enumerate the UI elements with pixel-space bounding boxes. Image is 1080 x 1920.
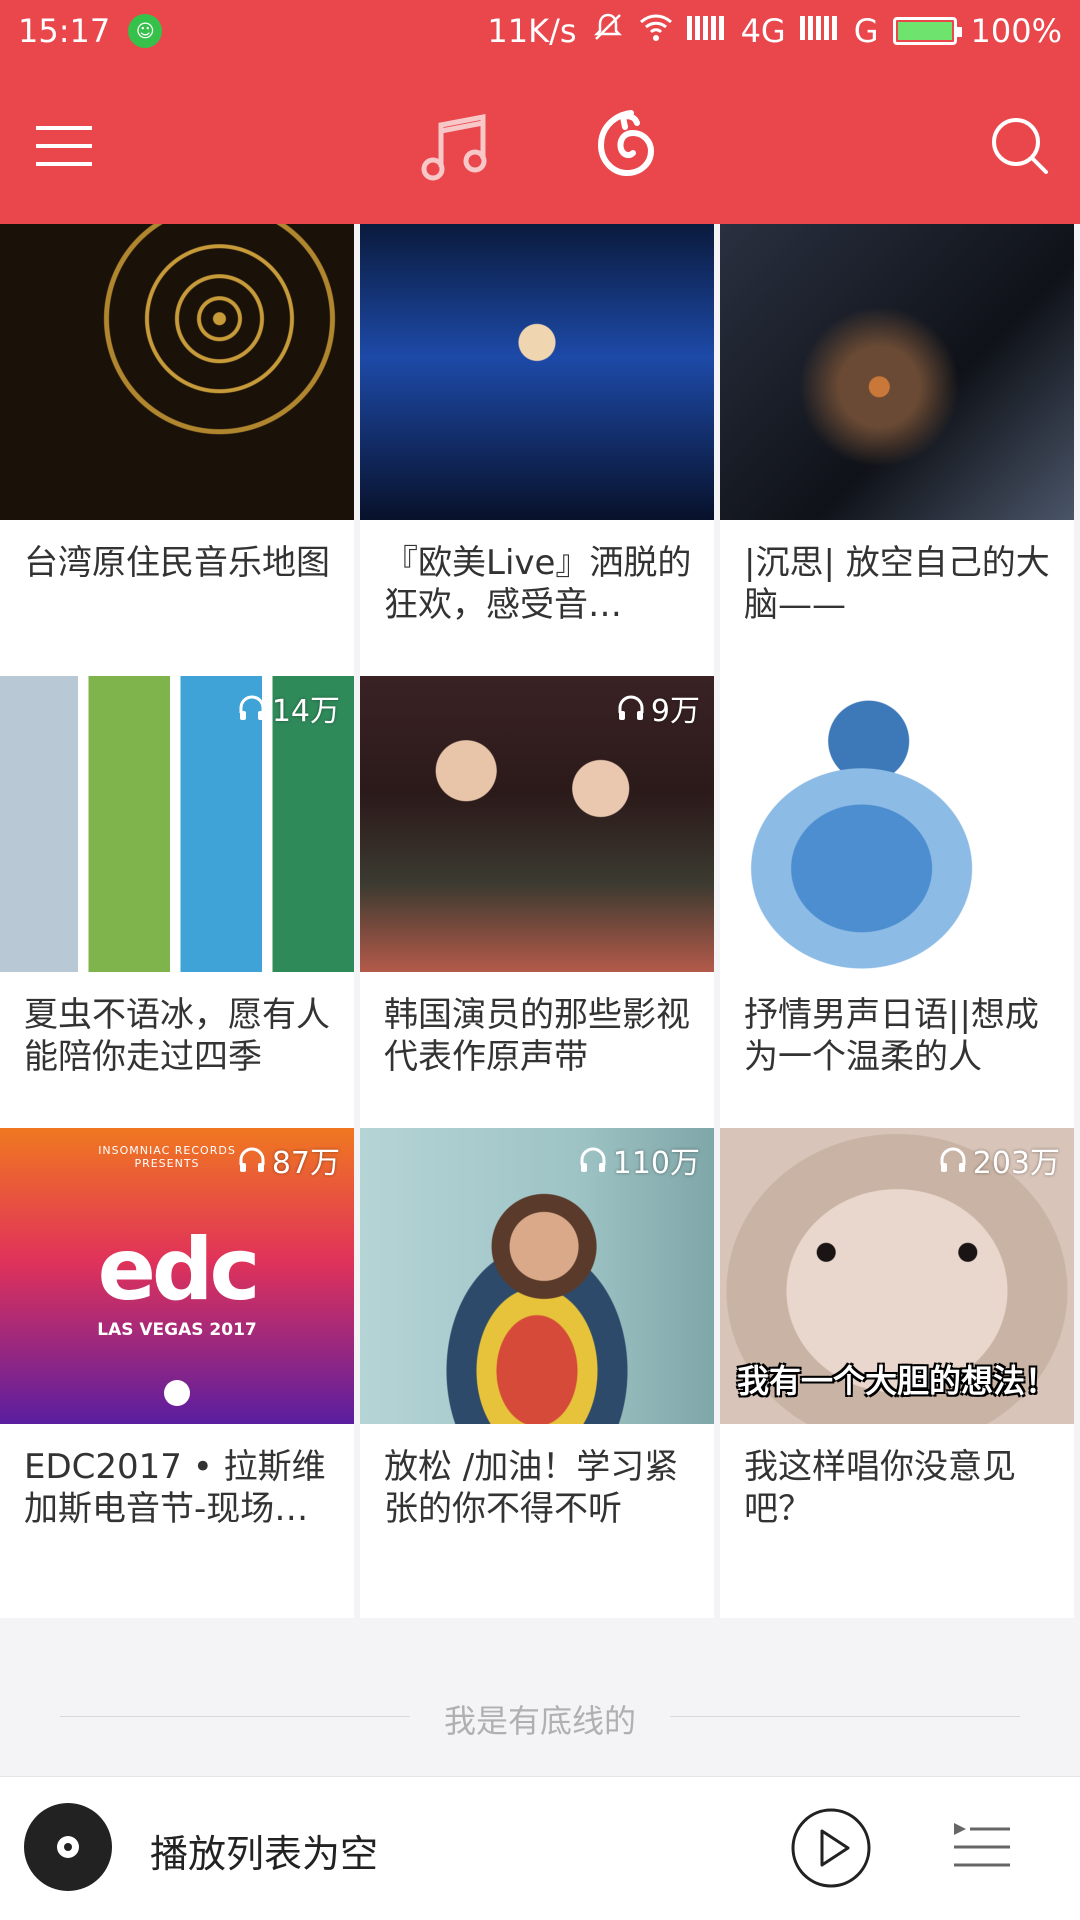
tab-discover[interactable] bbox=[580, 98, 670, 188]
headphones-icon bbox=[618, 695, 644, 720]
playlist-card[interactable]: INSOMNIAC RECORDS PRESENTS edc LAS VEGAS… bbox=[0, 1128, 354, 1618]
status-time: 15:17 bbox=[18, 12, 111, 50]
playlist-card[interactable]: 9万 韩国演员的那些影视代表作原声带 bbox=[360, 676, 714, 1166]
album-disc[interactable] bbox=[24, 1803, 112, 1891]
play-count-value: 87万 bbox=[271, 1146, 340, 1181]
playlist-card[interactable]: 14万 夏虫不语冰，愿有人能陪你走过四季 bbox=[0, 676, 354, 1166]
play-count-value: 203万 bbox=[972, 1146, 1060, 1181]
battery-icon bbox=[892, 17, 962, 45]
cover-badge-icon bbox=[164, 1380, 190, 1406]
playlist-title[interactable]: 我这样唱你没意见吧？ bbox=[744, 1446, 1056, 1530]
playlist-title[interactable]: 『欧美Live』洒脱的狂欢，感受音… bbox=[384, 542, 696, 626]
playlist-cover[interactable] bbox=[720, 224, 1074, 520]
play-button[interactable] bbox=[790, 1807, 872, 1889]
headphones-icon bbox=[239, 695, 265, 720]
menu-icon bbox=[36, 126, 92, 166]
playlist-title[interactable]: 台湾原住民音乐地图 bbox=[24, 542, 336, 584]
cover-caption-text: 我有一个大胆的想法！ bbox=[736, 1362, 1057, 1400]
playlist-queue-button[interactable] bbox=[950, 1815, 1014, 1879]
cover-sub-text: LAS VEGAS 2017 bbox=[97, 1320, 257, 1340]
playlist-icon bbox=[954, 1823, 1010, 1867]
search-button[interactable] bbox=[980, 106, 1060, 186]
mute-icon bbox=[591, 10, 625, 52]
mini-player[interactable]: 播放列表为空 bbox=[0, 1776, 1080, 1920]
search-icon bbox=[992, 118, 1048, 174]
play-count-value: 14万 bbox=[271, 694, 340, 729]
playlist-title[interactable]: EDC2017 • 拉斯维加斯电音节-现场… bbox=[24, 1446, 336, 1530]
network-type-g: G bbox=[853, 12, 879, 50]
app-notification-icon: ☺ bbox=[128, 14, 163, 48]
play-count-value: 110万 bbox=[612, 1146, 700, 1181]
netease-cloud-icon bbox=[597, 110, 655, 177]
playlist-card[interactable]: 我有一个大胆的想法！ 203万 我这样唱你没意见吧？ bbox=[720, 1128, 1074, 1618]
play-count-value: 9万 bbox=[650, 694, 700, 729]
playlist-card[interactable]: 『欧美Live』洒脱的狂欢，感受音… bbox=[360, 224, 714, 714]
playlist-cover[interactable] bbox=[0, 224, 354, 520]
playlist-card[interactable]: |沉思| 放空自己的大脑—— bbox=[720, 224, 1074, 714]
disc-icon bbox=[24, 1803, 112, 1891]
play-count: 203万 bbox=[939, 1138, 1060, 1182]
signal-bars-icon bbox=[686, 12, 727, 50]
app-bar bbox=[0, 62, 1080, 224]
signal-bars-icon bbox=[799, 12, 840, 50]
playlist-title[interactable]: |沉思| 放空自己的大脑—— bbox=[744, 542, 1056, 626]
playlist-title[interactable]: 韩国演员的那些影视代表作原声带 bbox=[384, 994, 696, 1078]
play-count: 9万 bbox=[617, 686, 700, 730]
playlist-card[interactable]: 抒情男声日语||想成为一个温柔的人 bbox=[720, 676, 1074, 1166]
playlist-title[interactable]: 抒情男声日语||想成为一个温柔的人 bbox=[744, 994, 1056, 1078]
wifi-icon bbox=[639, 12, 673, 50]
headphones-icon bbox=[580, 1147, 606, 1172]
playlist-title[interactable]: 放松 /加油！学习紧张的你不得不听 bbox=[384, 1446, 696, 1530]
headphones-icon bbox=[940, 1147, 966, 1172]
playlist-title[interactable]: 夏虫不语冰，愿有人能陪你走过四季 bbox=[24, 994, 336, 1078]
playlist-card[interactable]: 110万 放松 /加油！学习紧张的你不得不听 bbox=[360, 1128, 714, 1618]
tab-my-music[interactable] bbox=[410, 102, 500, 192]
play-count: 110万 bbox=[579, 1138, 700, 1182]
music-note-icon bbox=[421, 113, 487, 181]
play-count: 87万 bbox=[238, 1138, 340, 1182]
play-icon bbox=[791, 1808, 871, 1888]
network-type-4g: 4G bbox=[740, 12, 786, 50]
menu-button[interactable] bbox=[24, 106, 104, 186]
play-count: 14万 bbox=[238, 686, 340, 730]
bottom-line-text: 我是有底线的 bbox=[443, 1702, 636, 1740]
cover-logo-text: edc bbox=[97, 1220, 261, 1320]
network-speed: 11K/s bbox=[487, 12, 577, 50]
headphones-icon bbox=[239, 1147, 265, 1172]
playlist-card[interactable]: 台湾原住民音乐地图 bbox=[0, 224, 354, 714]
player-status-text: 播放列表为空 bbox=[150, 1832, 379, 1876]
playlist-cover[interactable] bbox=[720, 676, 1074, 972]
cover-top-text: INSOMNIAC RECORDS PRESENTS bbox=[98, 1144, 236, 1170]
playlist-cover[interactable] bbox=[360, 224, 714, 520]
battery-level: 100% bbox=[970, 12, 1062, 50]
status-bar: 15:17 ☺ 11K/s 4G G 100% bbox=[0, 0, 1080, 62]
